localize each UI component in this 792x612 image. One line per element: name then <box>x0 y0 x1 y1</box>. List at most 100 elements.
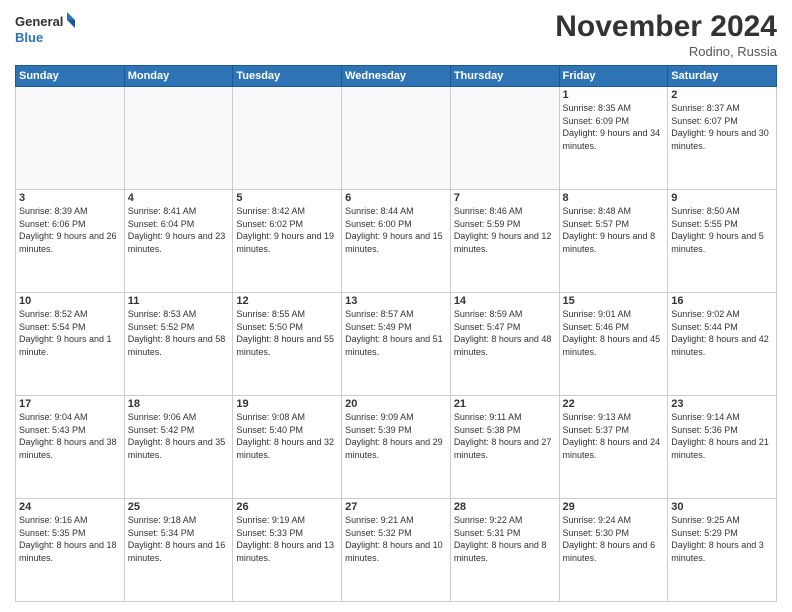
calendar-week-row: 10Sunrise: 8:52 AMSunset: 5:54 PMDayligh… <box>16 293 777 396</box>
calendar-cell: 5Sunrise: 8:42 AMSunset: 6:02 PMDaylight… <box>233 190 342 293</box>
day-info: Sunrise: 8:52 AMSunset: 5:54 PMDaylight:… <box>19 308 121 358</box>
calendar-cell <box>342 87 451 190</box>
day-number: 7 <box>454 192 556 204</box>
day-info: Sunrise: 8:59 AMSunset: 5:47 PMDaylight:… <box>454 308 556 358</box>
calendar-cell: 4Sunrise: 8:41 AMSunset: 6:04 PMDaylight… <box>124 190 233 293</box>
day-number: 30 <box>671 501 773 513</box>
day-number: 22 <box>563 398 665 410</box>
month-title: November 2024 <box>555 10 777 44</box>
calendar-cell: 7Sunrise: 8:46 AMSunset: 5:59 PMDaylight… <box>450 190 559 293</box>
day-number: 3 <box>19 192 121 204</box>
day-number: 27 <box>345 501 447 513</box>
calendar-cell: 6Sunrise: 8:44 AMSunset: 6:00 PMDaylight… <box>342 190 451 293</box>
calendar-cell: 21Sunrise: 9:11 AMSunset: 5:38 PMDayligh… <box>450 396 559 499</box>
day-info: Sunrise: 9:08 AMSunset: 5:40 PMDaylight:… <box>236 411 338 461</box>
day-info: Sunrise: 9:19 AMSunset: 5:33 PMDaylight:… <box>236 514 338 564</box>
day-number: 13 <box>345 295 447 307</box>
day-number: 28 <box>454 501 556 513</box>
day-info: Sunrise: 8:55 AMSunset: 5:50 PMDaylight:… <box>236 308 338 358</box>
title-block: November 2024 Rodino, Russia <box>555 10 777 59</box>
calendar-cell: 9Sunrise: 8:50 AMSunset: 5:55 PMDaylight… <box>668 190 777 293</box>
day-number: 16 <box>671 295 773 307</box>
day-number: 5 <box>236 192 338 204</box>
calendar-cell: 26Sunrise: 9:19 AMSunset: 5:33 PMDayligh… <box>233 499 342 602</box>
calendar-cell: 16Sunrise: 9:02 AMSunset: 5:44 PMDayligh… <box>668 293 777 396</box>
calendar-cell: 17Sunrise: 9:04 AMSunset: 5:43 PMDayligh… <box>16 396 125 499</box>
calendar-cell: 30Sunrise: 9:25 AMSunset: 5:29 PMDayligh… <box>668 499 777 602</box>
day-number: 19 <box>236 398 338 410</box>
logo: General Blue <box>15 10 75 50</box>
day-info: Sunrise: 8:35 AMSunset: 6:09 PMDaylight:… <box>563 102 665 152</box>
day-info: Sunrise: 9:22 AMSunset: 5:31 PMDaylight:… <box>454 514 556 564</box>
day-info: Sunrise: 9:16 AMSunset: 5:35 PMDaylight:… <box>19 514 121 564</box>
calendar-table: SundayMondayTuesdayWednesdayThursdayFrid… <box>15 65 777 602</box>
calendar-week-row: 17Sunrise: 9:04 AMSunset: 5:43 PMDayligh… <box>16 396 777 499</box>
day-number: 10 <box>19 295 121 307</box>
day-number: 15 <box>563 295 665 307</box>
calendar-week-row: 1Sunrise: 8:35 AMSunset: 6:09 PMDaylight… <box>16 87 777 190</box>
calendar-cell <box>16 87 125 190</box>
day-number: 12 <box>236 295 338 307</box>
day-number: 4 <box>128 192 230 204</box>
calendar-cell: 22Sunrise: 9:13 AMSunset: 5:37 PMDayligh… <box>559 396 668 499</box>
calendar-day-header: Sunday <box>16 66 125 87</box>
calendar-day-header: Saturday <box>668 66 777 87</box>
day-info: Sunrise: 8:46 AMSunset: 5:59 PMDaylight:… <box>454 205 556 255</box>
day-info: Sunrise: 8:39 AMSunset: 6:06 PMDaylight:… <box>19 205 121 255</box>
calendar-cell: 3Sunrise: 8:39 AMSunset: 6:06 PMDaylight… <box>16 190 125 293</box>
day-number: 14 <box>454 295 556 307</box>
svg-text:General: General <box>15 14 63 29</box>
day-info: Sunrise: 9:14 AMSunset: 5:36 PMDaylight:… <box>671 411 773 461</box>
calendar-week-row: 3Sunrise: 8:39 AMSunset: 6:06 PMDaylight… <box>16 190 777 293</box>
calendar-cell <box>233 87 342 190</box>
calendar-day-header: Wednesday <box>342 66 451 87</box>
calendar-day-header: Thursday <box>450 66 559 87</box>
calendar-cell: 25Sunrise: 9:18 AMSunset: 5:34 PMDayligh… <box>124 499 233 602</box>
day-number: 23 <box>671 398 773 410</box>
logo-svg: General Blue <box>15 10 75 50</box>
svg-text:Blue: Blue <box>15 30 43 45</box>
day-number: 26 <box>236 501 338 513</box>
day-number: 25 <box>128 501 230 513</box>
calendar-cell: 15Sunrise: 9:01 AMSunset: 5:46 PMDayligh… <box>559 293 668 396</box>
calendar-cell: 23Sunrise: 9:14 AMSunset: 5:36 PMDayligh… <box>668 396 777 499</box>
calendar-day-header: Tuesday <box>233 66 342 87</box>
calendar-header-row: SundayMondayTuesdayWednesdayThursdayFrid… <box>16 66 777 87</box>
day-info: Sunrise: 9:18 AMSunset: 5:34 PMDaylight:… <box>128 514 230 564</box>
day-info: Sunrise: 9:04 AMSunset: 5:43 PMDaylight:… <box>19 411 121 461</box>
day-info: Sunrise: 9:25 AMSunset: 5:29 PMDaylight:… <box>671 514 773 564</box>
calendar-cell: 11Sunrise: 8:53 AMSunset: 5:52 PMDayligh… <box>124 293 233 396</box>
day-info: Sunrise: 9:21 AMSunset: 5:32 PMDaylight:… <box>345 514 447 564</box>
day-info: Sunrise: 8:48 AMSunset: 5:57 PMDaylight:… <box>563 205 665 255</box>
calendar-day-header: Monday <box>124 66 233 87</box>
day-info: Sunrise: 8:44 AMSunset: 6:00 PMDaylight:… <box>345 205 447 255</box>
header: General Blue November 2024 Rodino, Russi… <box>15 10 777 59</box>
day-number: 6 <box>345 192 447 204</box>
day-info: Sunrise: 9:09 AMSunset: 5:39 PMDaylight:… <box>345 411 447 461</box>
calendar-week-row: 24Sunrise: 9:16 AMSunset: 5:35 PMDayligh… <box>16 499 777 602</box>
calendar-cell: 28Sunrise: 9:22 AMSunset: 5:31 PMDayligh… <box>450 499 559 602</box>
page: General Blue November 2024 Rodino, Russi… <box>0 0 792 612</box>
day-number: 11 <box>128 295 230 307</box>
day-number: 18 <box>128 398 230 410</box>
day-info: Sunrise: 9:01 AMSunset: 5:46 PMDaylight:… <box>563 308 665 358</box>
day-info: Sunrise: 8:37 AMSunset: 6:07 PMDaylight:… <box>671 102 773 152</box>
calendar-cell: 19Sunrise: 9:08 AMSunset: 5:40 PMDayligh… <box>233 396 342 499</box>
calendar-cell: 1Sunrise: 8:35 AMSunset: 6:09 PMDaylight… <box>559 87 668 190</box>
day-number: 29 <box>563 501 665 513</box>
day-info: Sunrise: 9:02 AMSunset: 5:44 PMDaylight:… <box>671 308 773 358</box>
day-info: Sunrise: 9:13 AMSunset: 5:37 PMDaylight:… <box>563 411 665 461</box>
day-info: Sunrise: 9:24 AMSunset: 5:30 PMDaylight:… <box>563 514 665 564</box>
calendar-cell: 24Sunrise: 9:16 AMSunset: 5:35 PMDayligh… <box>16 499 125 602</box>
calendar-cell: 8Sunrise: 8:48 AMSunset: 5:57 PMDaylight… <box>559 190 668 293</box>
calendar-cell: 20Sunrise: 9:09 AMSunset: 5:39 PMDayligh… <box>342 396 451 499</box>
day-info: Sunrise: 8:42 AMSunset: 6:02 PMDaylight:… <box>236 205 338 255</box>
calendar-day-header: Friday <box>559 66 668 87</box>
location: Rodino, Russia <box>555 44 777 59</box>
calendar-cell: 2Sunrise: 8:37 AMSunset: 6:07 PMDaylight… <box>668 87 777 190</box>
calendar-cell: 12Sunrise: 8:55 AMSunset: 5:50 PMDayligh… <box>233 293 342 396</box>
day-info: Sunrise: 8:50 AMSunset: 5:55 PMDaylight:… <box>671 205 773 255</box>
day-number: 21 <box>454 398 556 410</box>
day-number: 24 <box>19 501 121 513</box>
calendar-cell: 18Sunrise: 9:06 AMSunset: 5:42 PMDayligh… <box>124 396 233 499</box>
